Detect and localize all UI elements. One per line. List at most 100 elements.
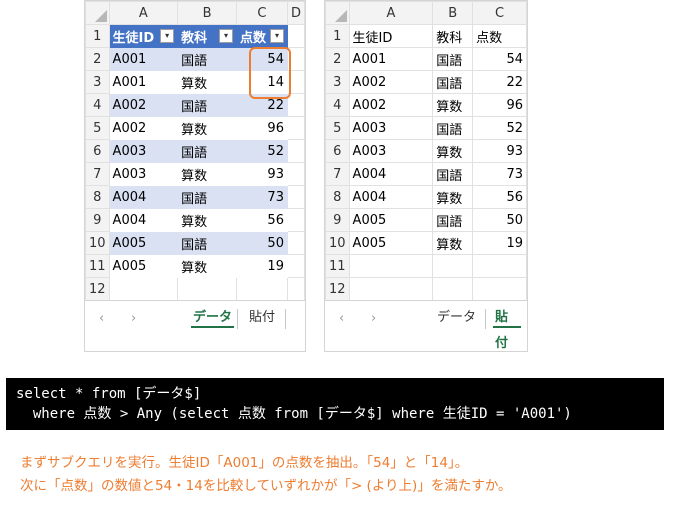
- cell[interactable]: 算数: [177, 116, 237, 140]
- cell[interactable]: 国語: [177, 231, 237, 255]
- cell[interactable]: A004: [108, 185, 179, 209]
- cell[interactable]: A002: [348, 70, 434, 94]
- cell[interactable]: 56: [235, 208, 288, 232]
- cell[interactable]: 算数: [177, 70, 237, 94]
- row-header[interactable]: 8: [85, 185, 110, 209]
- cell[interactable]: [432, 277, 474, 301]
- row-header[interactable]: 4: [85, 93, 110, 117]
- col-header-b[interactable]: B: [432, 1, 474, 25]
- cell[interactable]: [348, 254, 434, 278]
- cell[interactable]: [472, 254, 527, 278]
- next-sheet-icon[interactable]: ›: [371, 311, 376, 326]
- row-header[interactable]: 11: [325, 254, 350, 278]
- table-header-cell[interactable]: 点数 ▾: [235, 24, 288, 48]
- cell[interactable]: A002: [108, 93, 179, 117]
- cell[interactable]: A005: [108, 254, 179, 278]
- row-header[interactable]: 7: [85, 162, 110, 186]
- col-header-b[interactable]: B: [177, 1, 237, 25]
- cell[interactable]: [235, 277, 288, 301]
- select-all-corner[interactable]: [325, 1, 350, 25]
- row-header[interactable]: 4: [325, 93, 350, 117]
- cell[interactable]: [108, 277, 179, 301]
- row-header[interactable]: 5: [85, 116, 110, 140]
- cell[interactable]: A003: [348, 139, 434, 163]
- cell[interactable]: [286, 254, 305, 278]
- cell[interactable]: A001: [108, 47, 179, 71]
- cell[interactable]: 50: [235, 231, 288, 255]
- cell[interactable]: A004: [108, 208, 179, 232]
- cell[interactable]: 算数: [432, 139, 474, 163]
- cell[interactable]: 国語: [177, 185, 237, 209]
- row-header[interactable]: 3: [85, 70, 110, 94]
- cell[interactable]: A003: [108, 139, 179, 163]
- cell[interactable]: 73: [472, 162, 527, 186]
- row-header[interactable]: 3: [325, 70, 350, 94]
- cell[interactable]: 教科: [432, 24, 474, 48]
- table-header-cell[interactable]: 生徒ID ▾: [108, 24, 179, 48]
- cell[interactable]: A002: [348, 93, 434, 117]
- cell[interactable]: A001: [108, 70, 179, 94]
- cell[interactable]: [286, 139, 305, 163]
- cell[interactable]: 算数: [177, 208, 237, 232]
- cell[interactable]: [177, 277, 237, 301]
- col-header-d[interactable]: D: [286, 1, 305, 25]
- cell[interactable]: 96: [235, 116, 288, 140]
- cell[interactable]: 国語: [432, 70, 474, 94]
- tab-data[interactable]: データ: [429, 305, 484, 331]
- row-header[interactable]: 12: [85, 277, 110, 301]
- cell[interactable]: [286, 24, 305, 48]
- cell[interactable]: 算数: [432, 231, 474, 255]
- prev-sheet-icon[interactable]: ‹: [99, 311, 104, 326]
- row-header[interactable]: 9: [85, 208, 110, 232]
- row-header[interactable]: 2: [85, 47, 110, 71]
- cell[interactable]: 93: [235, 162, 288, 186]
- row-header[interactable]: 6: [325, 139, 350, 163]
- filter-dropdown-icon[interactable]: ▾: [218, 29, 233, 43]
- cell[interactable]: 算数: [177, 254, 237, 278]
- row-header[interactable]: 10: [85, 231, 110, 255]
- cell[interactable]: A002: [108, 116, 179, 140]
- cell[interactable]: [286, 116, 305, 140]
- tab-paste[interactable]: 貼付: [241, 305, 283, 331]
- cell[interactable]: 73: [235, 185, 288, 209]
- cell[interactable]: A004: [348, 162, 434, 186]
- prev-sheet-icon[interactable]: ‹: [339, 311, 344, 326]
- cell[interactable]: 国語: [432, 162, 474, 186]
- cell[interactable]: [432, 254, 474, 278]
- row-header[interactable]: 1: [85, 24, 110, 48]
- cell[interactable]: 算数: [432, 185, 474, 209]
- cell[interactable]: 算数: [177, 162, 237, 186]
- cell[interactable]: A003: [108, 162, 179, 186]
- next-sheet-icon[interactable]: ›: [131, 311, 136, 326]
- cell[interactable]: 国語: [432, 116, 474, 140]
- cell[interactable]: 54: [472, 47, 527, 71]
- row-header[interactable]: 7: [325, 162, 350, 186]
- cell[interactable]: [348, 277, 434, 301]
- cell[interactable]: A005: [348, 231, 434, 255]
- row-header[interactable]: 8: [325, 185, 350, 209]
- cell[interactable]: 国語: [177, 47, 237, 71]
- cell[interactable]: 96: [472, 93, 527, 117]
- cell[interactable]: 国語: [177, 93, 237, 117]
- row-header[interactable]: 2: [325, 47, 350, 71]
- cell[interactable]: [286, 185, 305, 209]
- row-header[interactable]: 5: [325, 116, 350, 140]
- cell[interactable]: A001: [348, 47, 434, 71]
- cell[interactable]: 点数: [472, 24, 527, 48]
- filter-dropdown-icon[interactable]: ▾: [269, 29, 284, 43]
- cell[interactable]: 22: [472, 70, 527, 94]
- cell[interactable]: [286, 231, 305, 255]
- row-header[interactable]: 10: [325, 231, 350, 255]
- cell[interactable]: A005: [348, 208, 434, 232]
- col-header-c[interactable]: C: [472, 1, 527, 25]
- cell[interactable]: [286, 208, 305, 232]
- cell[interactable]: [472, 277, 527, 301]
- filter-dropdown-icon[interactable]: ▾: [160, 29, 175, 43]
- cell[interactable]: A005: [108, 231, 179, 255]
- tab-data[interactable]: データ: [185, 305, 240, 331]
- select-all-corner[interactable]: [85, 1, 110, 25]
- col-header-a[interactable]: A: [108, 1, 179, 25]
- cell[interactable]: 52: [235, 139, 288, 163]
- cell[interactable]: A003: [348, 116, 434, 140]
- row-header[interactable]: 11: [85, 254, 110, 278]
